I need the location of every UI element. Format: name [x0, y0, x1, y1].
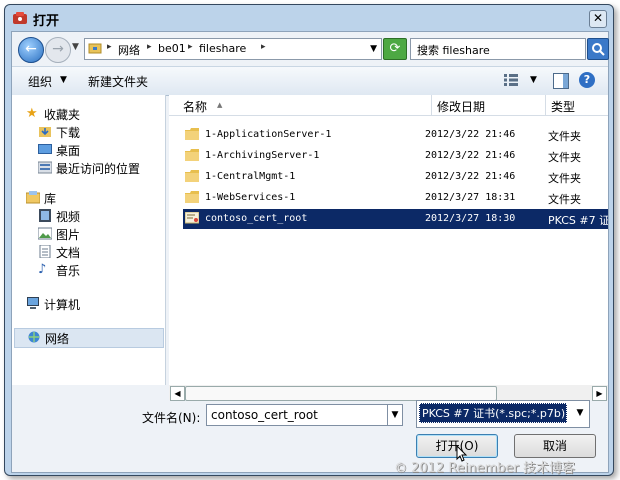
crumb-separator-icon[interactable]: ▸: [188, 42, 193, 52]
video-icon: [39, 209, 51, 222]
file-row-selected[interactable]: contoso_cert_root 2012/3/27 18:30 PKCS #…: [183, 209, 608, 229]
filename-input[interactable]: contoso_cert_root: [206, 404, 388, 426]
file-type: 文件夹: [548, 193, 581, 206]
refresh-button[interactable]: ⟳: [383, 38, 407, 60]
file-name: 1-ApplicationServer-1: [205, 129, 332, 140]
breadcrumb-fileshare[interactable]: fileshare: [199, 42, 246, 55]
file-name: 1-WebServices-1: [205, 192, 296, 203]
new-folder-button[interactable]: 新建文件夹: [88, 73, 148, 90]
file-type-select[interactable]: PKCS #7 证书(*.spc;*.p7b) ▼: [416, 400, 590, 428]
app-icon: [13, 12, 27, 24]
network-icon: [28, 331, 40, 343]
recent-pages-dropdown-icon[interactable]: ▼: [72, 42, 79, 52]
back-button[interactable]: ←: [18, 37, 44, 63]
file-name: contoso_cert_root: [205, 213, 308, 224]
music-icon: ♪: [38, 262, 47, 277]
file-name: 1-CentralMgmt-1: [205, 171, 296, 182]
download-folder-icon: [39, 127, 51, 137]
search-button[interactable]: [587, 38, 609, 60]
star-icon: ★: [26, 106, 38, 121]
file-type: PKCS #7 证: [548, 214, 608, 227]
computer-icon: [27, 297, 39, 309]
file-date: 2012/3/27 18:30: [425, 213, 516, 224]
search-input[interactable]: 搜索 fileshare: [410, 38, 586, 60]
file-type-dropdown-icon[interactable]: ▼: [573, 404, 587, 422]
view-dropdown-icon[interactable]: ▼: [530, 75, 537, 85]
column-divider[interactable]: [545, 95, 546, 115]
navigation-pane: ★ 收藏夹 下载 桌面 最近访问的位置 库 视频 图片 文档 ♪ 音乐 计算机 …: [12, 95, 166, 385]
file-row[interactable]: 1-CentralMgmt-1 2012/3/22 21:46 文件夹: [183, 167, 608, 187]
pictures-icon: [38, 227, 52, 240]
address-dropdown-icon[interactable]: ▼: [370, 44, 377, 54]
crumb-separator-icon[interactable]: ▸: [107, 42, 112, 52]
crumb-separator-icon[interactable]: ▸: [147, 42, 152, 52]
column-header-date[interactable]: 修改日期: [437, 98, 485, 115]
documents-icon: [39, 245, 51, 258]
navigation-bar: ← → ▼ ▸ 网络 ▸ be01 ▸ fileshare ▸ ▼ ⟳ 搜索 f…: [12, 32, 609, 66]
horizontal-scrollbar[interactable]: ◀ ▶: [169, 385, 608, 401]
desktop-icon: [38, 144, 52, 154]
filename-label: 文件名(N):: [142, 411, 201, 425]
folder-icon: [185, 170, 199, 182]
help-icon[interactable]: ?: [579, 72, 595, 88]
column-divider[interactable]: [431, 95, 432, 115]
file-type: 文件夹: [548, 172, 581, 185]
sidebar-item-network[interactable]: 网络: [14, 328, 164, 348]
cancel-button[interactable]: 取消: [514, 434, 596, 458]
breadcrumb-network[interactable]: 网络: [118, 42, 140, 58]
scroll-left-icon[interactable]: ◀: [170, 386, 185, 401]
crumb-separator-icon[interactable]: ▸: [261, 42, 266, 52]
column-header-name[interactable]: 名称: [183, 98, 207, 115]
file-type-value: PKCS #7 证书(*.spc;*.p7b): [419, 403, 567, 423]
file-date: 2012/3/22 21:46: [425, 129, 516, 140]
file-type: 文件夹: [548, 151, 581, 164]
organize-dropdown-icon[interactable]: ▼: [60, 75, 67, 85]
scroll-thumb[interactable]: [185, 386, 497, 401]
address-bar[interactable]: ▸ 网络 ▸ be01 ▸ fileshare ▸ ▼: [84, 38, 382, 60]
open-file-dialog: 打开 ✕ ← → ▼ ▸ 网络 ▸ be01 ▸ fileshare ▸ ▼ ⟳…: [4, 4, 614, 476]
certificate-icon: [185, 212, 199, 224]
window-title: 打开: [33, 14, 60, 29]
filename-value: contoso_cert_root: [211, 408, 318, 422]
library-icon: [26, 191, 40, 204]
watermark: © 2012 Reinember 技术博客: [394, 461, 576, 476]
scroll-right-icon[interactable]: ▶: [592, 386, 607, 401]
filename-dropdown-icon[interactable]: ▼: [387, 404, 403, 426]
recent-places-icon: [38, 161, 52, 174]
file-row[interactable]: 1-ArchivingServer-1 2012/3/22 21:46 文件夹: [183, 146, 608, 166]
file-row[interactable]: 1-ApplicationServer-1 2012/3/22 21:46 文件…: [183, 125, 608, 145]
file-date: 2012/3/27 18:31: [425, 192, 516, 203]
forward-button[interactable]: →: [45, 37, 71, 63]
column-header-type[interactable]: 类型: [551, 98, 575, 115]
column-header-row: 名称 ▲ 修改日期 类型: [169, 95, 608, 116]
dialog-body: ← → ▼ ▸ 网络 ▸ be01 ▸ fileshare ▸ ▼ ⟳ 搜索 f…: [11, 31, 609, 473]
view-options-icon[interactable]: [504, 74, 518, 86]
search-icon: [592, 43, 605, 56]
file-type: 文件夹: [548, 130, 581, 143]
command-toolbar: 组织 ▼ 新建文件夹 ▼ ?: [12, 66, 608, 96]
organize-menu[interactable]: 组织: [28, 73, 52, 90]
file-list: 名称 ▲ 修改日期 类型 1-ApplicationServer-1 2012/…: [169, 95, 608, 385]
file-row[interactable]: 1-WebServices-1 2012/3/27 18:31 文件夹: [183, 188, 608, 208]
folder-icon: [185, 149, 199, 161]
folder-icon: [185, 128, 199, 140]
preview-pane-icon[interactable]: [553, 73, 569, 89]
search-placeholder: 搜索 fileshare: [417, 44, 490, 57]
network-folder-icon: [88, 43, 102, 54]
close-button[interactable]: ✕: [589, 10, 607, 28]
breadcrumb-be01[interactable]: be01: [158, 42, 186, 55]
file-name: 1-ArchivingServer-1: [205, 150, 320, 161]
sort-ascending-icon: ▲: [217, 101, 223, 109]
folder-icon: [185, 191, 199, 203]
title-bar[interactable]: 打开 ✕: [5, 5, 613, 31]
file-date: 2012/3/22 21:46: [425, 150, 516, 161]
file-date: 2012/3/22 21:46: [425, 171, 516, 182]
